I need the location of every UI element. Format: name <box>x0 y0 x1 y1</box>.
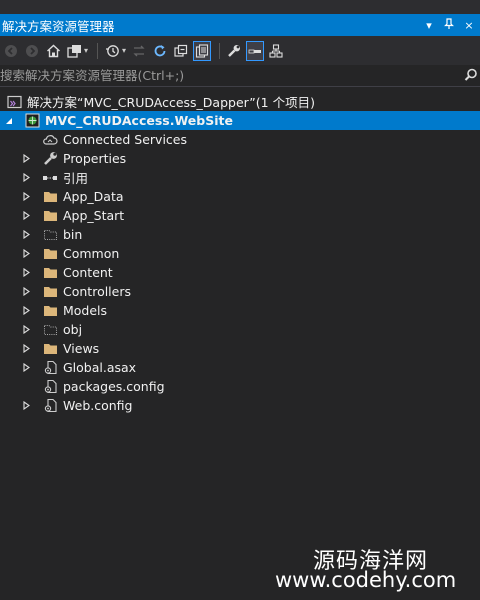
collapsed-triangle-icon[interactable] <box>21 230 31 240</box>
tree-item[interactable]: obj <box>0 320 480 339</box>
config-file-icon <box>42 360 58 376</box>
toolbar: ▾ ▾ <box>0 36 480 65</box>
tree-item-label: 引用 <box>63 171 89 186</box>
sync-view-icon[interactable] <box>65 41 83 61</box>
solution-label: 解决方案“MVC_CRUDAccess_Dapper”(1 个项目) <box>27 95 315 110</box>
forward-icon[interactable] <box>23 41 41 61</box>
tree-item-label: bin <box>63 227 83 242</box>
collapsed-triangle-icon[interactable] <box>21 268 31 278</box>
chevron-down-icon[interactable]: ▾ <box>122 46 126 55</box>
title-controls: ▾ × <box>422 14 476 36</box>
collapsed-triangle-icon[interactable] <box>21 363 31 373</box>
solution-node[interactable]: 解决方案“MVC_CRUDAccess_Dapper”(1 个项目) <box>0 92 480 111</box>
collapsed-triangle-icon[interactable] <box>21 173 31 183</box>
show-all-files-icon[interactable] <box>193 40 212 61</box>
wrench-icon <box>42 151 58 167</box>
folder-icon <box>42 303 58 319</box>
collapsed-triangle-icon[interactable] <box>21 287 31 297</box>
tree-item-label: Content <box>63 265 113 280</box>
folder-icon <box>42 284 58 300</box>
tree-item-label: packages.config <box>63 379 165 394</box>
window-top-strip <box>0 0 480 14</box>
web-project-icon <box>24 113 40 129</box>
tree-item[interactable]: Web.config <box>0 396 480 415</box>
tree-item[interactable]: Properties <box>0 149 480 168</box>
project-items: Connected Services Properties 引用 App_Data Ap… <box>0 130 480 415</box>
dotted-folder-icon <box>42 322 58 338</box>
tree-item-label: Connected Services <box>63 132 187 147</box>
folder-icon <box>42 246 58 262</box>
panel-title-bar: 解决方案资源管理器 ▾ × <box>0 14 480 36</box>
solution-tree: 解决方案“MVC_CRUDAccess_Dapper”(1 个项目) MVC_C… <box>0 92 480 415</box>
tree-item-label: Controllers <box>63 284 131 299</box>
tree-item-label: App_Data <box>63 189 124 204</box>
search-input[interactable] <box>0 68 440 83</box>
dropdown-arrow-icon[interactable]: ▾ <box>422 19 436 32</box>
pin-icon[interactable] <box>442 17 456 33</box>
refresh-icon[interactable] <box>151 41 169 61</box>
tree-item[interactable]: packages.config <box>0 377 480 396</box>
class-diagram-icon[interactable] <box>267 41 285 61</box>
project-node[interactable]: MVC_CRUDAccess.WebSite <box>0 111 480 130</box>
toolbar-separator <box>97 42 99 59</box>
tree-item[interactable]: App_Data <box>0 187 480 206</box>
tree-item[interactable]: Global.asax <box>0 358 480 377</box>
tree-item-label: Common <box>63 246 120 261</box>
search-icon[interactable] <box>464 68 478 85</box>
pending-changes-filter-icon[interactable] <box>103 41 121 61</box>
tree-item-label: App_Start <box>63 208 125 223</box>
tree-item[interactable]: Content <box>0 263 480 282</box>
sync-arrows-icon[interactable] <box>130 41 148 61</box>
collapse-all-icon[interactable] <box>172 41 190 61</box>
project-label: MVC_CRUDAccess.WebSite <box>45 113 233 128</box>
tree-item[interactable]: bin <box>0 225 480 244</box>
tree-item-label: Web.config <box>63 398 133 413</box>
tree-item-label: Models <box>63 303 108 318</box>
tree-item-label: Views <box>63 341 100 356</box>
collapsed-triangle-icon[interactable] <box>21 211 31 221</box>
collapsed-triangle-icon[interactable] <box>21 325 31 335</box>
search-bar <box>0 65 480 87</box>
tree-item[interactable]: App_Start <box>0 206 480 225</box>
config-file-icon <box>42 398 58 414</box>
expanded-triangle-icon[interactable] <box>4 116 14 126</box>
tree-item[interactable]: Models <box>0 301 480 320</box>
folder-icon <box>42 265 58 281</box>
panel-title: 解决方案资源管理器 <box>2 18 115 34</box>
collapsed-triangle-icon[interactable] <box>21 154 31 164</box>
back-icon[interactable] <box>2 41 20 61</box>
references-icon <box>42 170 58 186</box>
solution-icon <box>6 94 22 110</box>
config-file-icon <box>42 379 58 395</box>
collapsed-triangle-icon[interactable] <box>21 249 31 259</box>
collapsed-triangle-icon[interactable] <box>21 344 31 354</box>
properties-wrench-icon[interactable] <box>225 41 243 61</box>
tree-item[interactable]: 引用 <box>0 168 480 187</box>
close-icon[interactable]: × <box>462 19 476 32</box>
tree-item-label: obj <box>63 322 83 337</box>
preview-selected-items-icon[interactable] <box>246 40 265 61</box>
connected-services-icon <box>42 132 58 148</box>
tree-item[interactable]: Connected Services <box>0 130 480 149</box>
collapsed-triangle-icon[interactable] <box>21 306 31 316</box>
folder-icon <box>42 341 58 357</box>
tree-item-label: Properties <box>63 151 127 166</box>
watermark-line2: www.codehy.com <box>275 568 457 592</box>
folder-icon <box>42 189 58 205</box>
tree-item[interactable]: Controllers <box>0 282 480 301</box>
dotted-folder-icon <box>42 227 58 243</box>
chevron-down-icon[interactable]: ▾ <box>84 46 88 55</box>
collapsed-triangle-icon[interactable] <box>21 401 31 411</box>
toolbar-separator <box>219 42 221 59</box>
home-icon[interactable] <box>44 41 62 61</box>
folder-icon <box>42 208 58 224</box>
tree-item[interactable]: Common <box>0 244 480 263</box>
tree-item[interactable]: Views <box>0 339 480 358</box>
tree-item-label: Global.asax <box>63 360 137 375</box>
collapsed-triangle-icon[interactable] <box>21 192 31 202</box>
